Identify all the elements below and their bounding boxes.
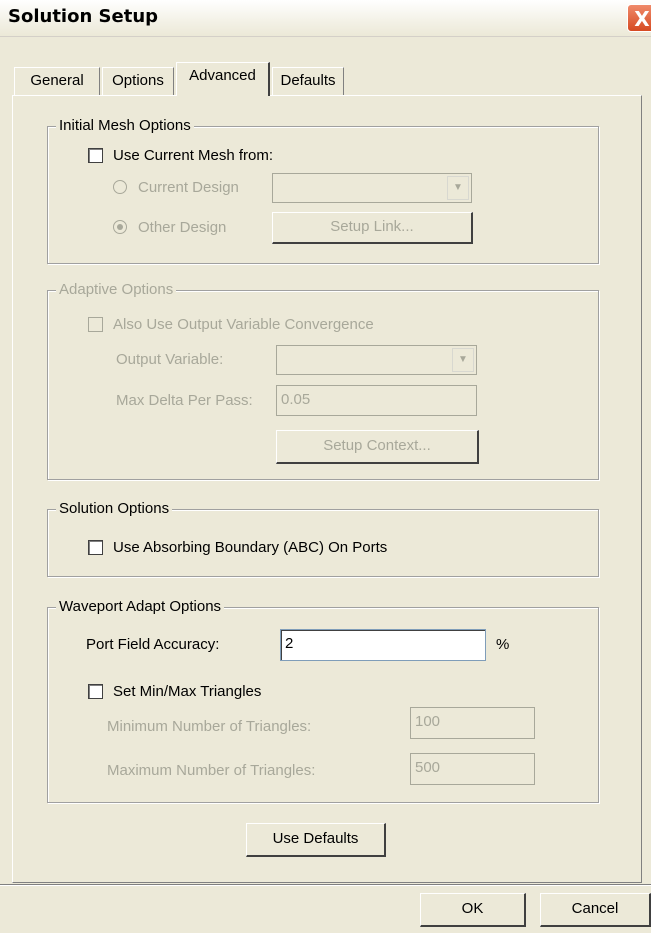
output-variable-label: Output Variable: — [116, 351, 224, 368]
waveport-adapt-options-legend: Waveport Adapt Options — [56, 598, 225, 616]
use-abc-on-ports-label: Use Absorbing Boundary (ABC) On Ports — [113, 539, 388, 556]
use-current-mesh-label: Use Current Mesh from: — [113, 147, 274, 164]
set-min-max-triangles-checkbox[interactable] — [88, 684, 103, 699]
chevron-down-icon[interactable]: ▼ — [447, 176, 469, 200]
output-variable-combo[interactable]: ▼ — [276, 345, 477, 375]
also-use-output-variable-checkbox[interactable] — [88, 317, 103, 332]
cancel-button[interactable]: Cancel — [540, 893, 651, 927]
tab-general[interactable]: General — [14, 67, 100, 95]
maximum-triangles-label: Maximum Number of Triangles: — [107, 762, 316, 779]
other-design-radio[interactable] — [113, 220, 127, 234]
use-defaults-button[interactable]: Use Defaults — [246, 823, 386, 857]
max-delta-per-pass-field[interactable]: 0.05 — [276, 385, 477, 416]
window-title: Solution Setup — [8, 6, 159, 27]
port-field-accuracy-input[interactable]: 2 — [280, 629, 486, 661]
current-design-label: Current Design — [138, 179, 239, 196]
tab-defaults[interactable]: Defaults — [272, 67, 344, 95]
tab-advanced[interactable]: Advanced — [176, 62, 270, 96]
maximum-triangles-field[interactable]: 500 — [410, 753, 535, 785]
footer-separator — [0, 884, 651, 886]
minimum-triangles-label: Minimum Number of Triangles: — [107, 718, 312, 735]
current-design-combo[interactable]: ▼ — [272, 173, 472, 203]
chevron-down-icon[interactable]: ▼ — [452, 348, 474, 372]
close-icon[interactable]: X — [627, 4, 651, 32]
minimum-triangles-field[interactable]: 100 — [410, 707, 535, 739]
port-field-accuracy-label: Port Field Accuracy: — [86, 636, 220, 653]
solution-setup-dialog: Solution Setup X General Options Advance… — [0, 0, 651, 933]
use-current-mesh-checkbox[interactable] — [88, 148, 103, 163]
percent-unit-label: % — [496, 636, 510, 653]
setup-context-button[interactable]: Setup Context... — [276, 430, 479, 464]
setup-link-button[interactable]: Setup Link... — [272, 212, 473, 244]
ok-button[interactable]: OK — [420, 893, 526, 927]
adaptive-options-legend: Adaptive Options — [56, 281, 177, 299]
title-bar[interactable]: Solution Setup X — [0, 0, 651, 37]
tab-options[interactable]: Options — [102, 67, 174, 95]
set-min-max-triangles-label: Set Min/Max Triangles — [113, 683, 262, 700]
other-design-label: Other Design — [138, 219, 227, 236]
current-design-radio[interactable] — [113, 180, 127, 194]
initial-mesh-options-legend: Initial Mesh Options — [56, 117, 194, 135]
solution-options-legend: Solution Options — [56, 500, 173, 518]
max-delta-per-pass-label: Max Delta Per Pass: — [116, 392, 253, 409]
also-use-output-variable-label: Also Use Output Variable Convergence — [113, 316, 374, 333]
use-abc-on-ports-checkbox[interactable] — [88, 540, 103, 555]
